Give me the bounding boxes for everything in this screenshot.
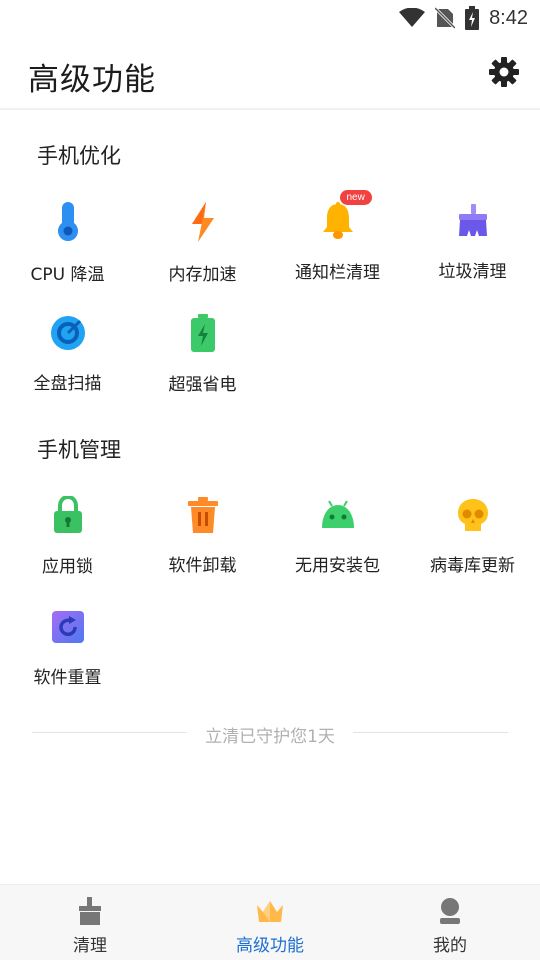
notification-clean-item[interactable]: new 通知栏清理 bbox=[270, 182, 405, 283]
item-label: 病毒库更新 bbox=[430, 556, 515, 576]
crown-icon bbox=[257, 901, 283, 922]
nav-label-advanced: 高级功能 bbox=[236, 936, 304, 956]
guard-days-text: 立清已守护您1天 bbox=[205, 727, 335, 747]
new-badge: new bbox=[339, 190, 372, 205]
broom-icon bbox=[453, 202, 493, 239]
section-title-manage: 手机管理 bbox=[37, 438, 121, 462]
item-label: 垃圾清理 bbox=[438, 262, 507, 282]
memory-boost-item[interactable]: 内存加速 bbox=[135, 182, 270, 285]
battery-icon bbox=[183, 314, 223, 352]
page-title: 高级功能 bbox=[28, 62, 156, 98]
nav-tab-mine[interactable]: 我的 bbox=[360, 885, 540, 960]
nav-tab-clean[interactable]: 清理 bbox=[0, 885, 180, 960]
item-label: 应用锁 bbox=[42, 557, 93, 577]
header: 高级功能 bbox=[0, 36, 540, 110]
reset-icon bbox=[48, 608, 88, 645]
uninstall-item[interactable]: 软件卸载 bbox=[135, 476, 270, 576]
gear-icon bbox=[489, 57, 519, 87]
lock-icon bbox=[48, 496, 88, 534]
item-label: 内存加速 bbox=[168, 265, 237, 285]
cpu-cool-item[interactable]: CPU 降温 bbox=[0, 182, 135, 285]
full-scan-item[interactable]: 全盘扫描 bbox=[0, 294, 135, 394]
divider-right bbox=[353, 732, 508, 733]
bottom-nav: 清理 高级功能 我的 bbox=[0, 884, 540, 960]
nav-tab-advanced[interactable]: 高级功能 bbox=[180, 885, 360, 960]
item-label: 软件卸载 bbox=[168, 556, 237, 576]
bell-icon: new bbox=[318, 190, 372, 240]
power-saving-item[interactable]: 超强省电 bbox=[135, 294, 270, 395]
broom-nav-icon bbox=[79, 897, 101, 925]
nav-label-clean: 清理 bbox=[73, 936, 107, 956]
item-label: 软件重置 bbox=[33, 668, 102, 688]
junk-clean-item[interactable]: 垃圾清理 bbox=[405, 182, 540, 282]
scan-icon bbox=[48, 314, 88, 351]
lightning-icon bbox=[183, 202, 223, 242]
settings-button[interactable] bbox=[488, 56, 520, 88]
user-icon bbox=[440, 898, 460, 924]
section-title-optimize: 手机优化 bbox=[37, 144, 121, 168]
item-label: 全盘扫描 bbox=[33, 374, 102, 394]
android-icon bbox=[318, 496, 358, 533]
virus-db-update-item[interactable]: 病毒库更新 bbox=[405, 476, 540, 576]
thermometer-icon bbox=[48, 202, 88, 242]
item-label: 无用安装包 bbox=[295, 556, 380, 576]
item-label: CPU 降温 bbox=[30, 265, 105, 285]
item-label: 通知栏清理 bbox=[295, 263, 380, 283]
no-sim-icon bbox=[435, 7, 456, 29]
app-reset-item[interactable]: 软件重置 bbox=[0, 588, 135, 688]
item-label: 超强省电 bbox=[168, 375, 237, 395]
wifi-icon bbox=[399, 8, 426, 28]
status-time: 8:42 bbox=[489, 6, 528, 29]
skull-icon bbox=[453, 496, 493, 533]
battery-charging-icon bbox=[465, 6, 480, 30]
useless-apk-item[interactable]: 无用安装包 bbox=[270, 476, 405, 576]
trash-icon bbox=[183, 496, 223, 533]
screen: 8:42 高级功能 手机优化 CPU 降温 内存加速 new 通知栏清理 垃圾清… bbox=[0, 0, 540, 960]
app-lock-item[interactable]: 应用锁 bbox=[0, 476, 135, 577]
nav-label-mine: 我的 bbox=[433, 936, 467, 956]
status-bar: 8:42 bbox=[0, 0, 540, 36]
